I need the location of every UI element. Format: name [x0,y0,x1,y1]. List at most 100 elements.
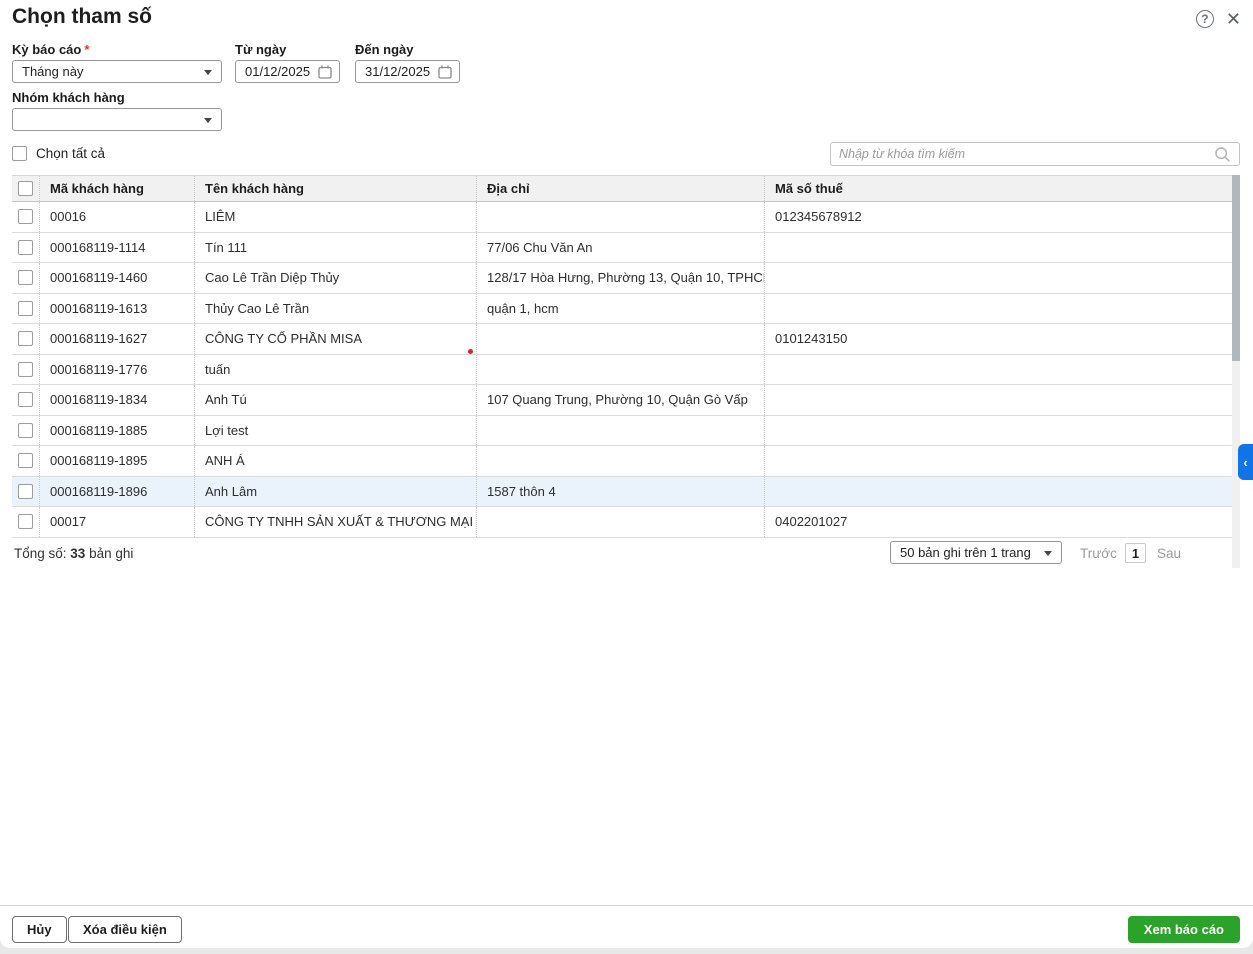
table-row[interactable]: 000168119-1834 Anh Tú 107 Quang Trung, Phư… [12,385,1232,416]
calendar-icon[interactable] [437,64,453,80]
current-page-box[interactable]: 1 [1125,543,1146,563]
header-icons: ? ✕ [1195,10,1241,28]
to-date-field[interactable] [355,60,460,83]
cell-customer-name: CÔNG TY TNHH SẢN XUẤT & THƯƠNG MẠI BE... [195,507,477,537]
row-checkbox[interactable] [18,209,33,225]
cell-customer-name: Anh Lâm [195,476,477,506]
table-row[interactable]: 00017 CÔNG TY TNHH SẢN XUẤT & THƯƠNG MẠI … [12,507,1232,538]
cell-customer-code: 000168119-1776 [40,354,195,384]
search-field[interactable] [830,142,1240,166]
cell-address [477,415,765,445]
row-checkbox[interactable] [18,331,33,347]
cell-customer-code: 000168119-1460 [40,263,195,293]
chevron-down-icon [204,117,212,123]
from-date-label: Từ ngày [235,42,287,57]
close-icon[interactable]: ✕ [1226,10,1241,28]
cell-address [477,446,765,476]
cell-customer-name: ANH Á [195,446,477,476]
row-checkbox-cell [12,415,40,445]
cell-tax-code [765,294,1232,324]
row-checkbox-cell [12,385,40,415]
cell-customer-code: 000168119-1627 [40,324,195,354]
select-all-checkbox[interactable] [12,146,27,161]
header-checkbox-cell [12,176,40,201]
search-input[interactable] [839,147,1214,161]
row-checkbox-cell [12,324,40,354]
cell-customer-name: tuấn [195,354,477,384]
table-row[interactable]: 000168119-1613 Thủy Cao Lê Trần quận 1, hc… [12,293,1232,324]
chevron-down-icon [1044,550,1052,556]
report-period-label: Kỳ báo cáo * [12,42,90,57]
next-page-button[interactable]: Sau [1157,546,1181,561]
cell-address: quận 1, hcm [477,293,765,323]
cell-customer-code: 000168119-1834 [40,385,195,415]
row-checkbox[interactable] [18,514,33,530]
scrollbar-thumb[interactable] [1232,175,1240,361]
cell-tax-code [765,263,1232,293]
row-checkbox-cell [12,354,40,384]
row-checkbox[interactable] [18,422,33,438]
select-all-label: Chọn tất cả [36,146,106,161]
search-icon[interactable] [1214,146,1231,163]
row-checkbox[interactable] [18,392,33,408]
chevron-left-icon: ‹ [1243,454,1248,470]
table-row[interactable]: 000168119-1114 Tín 111 77/06 Chu Văn An [12,232,1232,263]
cell-customer-name: CÔNG TY CỔ PHẦN MISA [195,324,477,354]
column-header-customer-name[interactable]: Tên khách hàng [195,176,477,201]
cancel-button[interactable]: Hủy [12,916,67,943]
column-header-tax-code[interactable]: Mã số thuế [765,176,1232,201]
table-row[interactable]: 000168119-1885 Lợi test [12,415,1232,446]
row-checkbox-cell [12,507,40,537]
expand-side-panel-button[interactable]: ‹ [1238,444,1253,480]
select-all-header-checkbox[interactable] [18,181,33,196]
cell-address: 107 Quang Trung, Phường 10, Quận Gò Vấp [477,385,765,415]
report-period-select[interactable]: Tháng này [12,60,222,83]
customer-group-select[interactable] [12,108,222,131]
row-checkbox[interactable] [18,300,33,316]
table-row[interactable]: 000168119-1627 CÔNG TY CỔ PHẦN MISA 010124… [12,324,1232,355]
row-checkbox[interactable] [18,239,33,255]
cell-customer-name: Tín 111 [195,232,477,262]
row-checkbox[interactable] [18,453,33,469]
table-scrollbar[interactable] [1232,175,1240,568]
cell-customer-name: LIÊM [195,202,477,232]
cell-tax-code: 012345678912 [775,209,862,225]
view-report-button[interactable]: Xem báo cáo [1127,916,1240,943]
report-period-value: Tháng này [22,64,84,79]
calendar-icon[interactable] [317,64,333,80]
row-checkbox[interactable] [18,483,33,499]
table-header: Mã khách hàng Tên khách hàng Địa chỉ Mã … [12,175,1232,202]
help-icon[interactable]: ? [1195,10,1214,28]
row-checkbox[interactable] [18,270,33,286]
from-date-field[interactable] [235,60,340,83]
from-date-input[interactable] [245,64,317,79]
table-row[interactable]: 00016 LIÊM 012345678912 [12,202,1232,233]
to-date-label: Đến ngày [355,42,414,57]
cell-address: 1587 thôn 4 [477,476,765,506]
row-checkbox-cell [12,476,40,506]
cell-tax-code [765,385,1232,415]
cell-customer-code: 00016 [40,202,195,232]
cell-tax-code [765,416,1232,446]
row-checkbox-cell [12,202,40,232]
cell-customer-name: Anh Tú [195,385,477,415]
select-all-control[interactable]: Chọn tất cả [12,146,105,161]
column-header-customer-code[interactable]: Mã khách hàng [40,176,195,201]
table-row[interactable]: 000168119-1776 tuấn [12,354,1232,385]
table-row[interactable]: 000168119-1896 Anh Lâm 1587 thôn 4 [12,476,1232,507]
cell-tax-code [765,446,1232,476]
column-header-address[interactable]: Địa chỉ [477,176,765,201]
cell-customer-name: Lợi test [195,415,477,445]
cell-customer-code: 000168119-1885 [40,415,195,445]
table-row[interactable]: 000168119-1460 Cao Lê Trần Diệp Thủy 128/1… [12,263,1232,294]
prev-page-button[interactable]: Trước [1080,546,1117,561]
to-date-input[interactable] [365,64,437,79]
cell-customer-name: Thủy Cao Lê Trần [195,293,477,323]
row-checkbox[interactable] [18,361,33,377]
row-checkbox-cell [12,293,40,323]
cell-customer-code: 00017 [40,507,195,537]
clear-conditions-button[interactable]: Xóa điều kiện [68,916,182,943]
page-size-select[interactable]: 50 bản ghi trên 1 trang [890,541,1062,564]
cell-customer-code: 000168119-1114 [40,232,195,262]
table-row[interactable]: 000168119-1895 ANH Á [12,446,1232,477]
